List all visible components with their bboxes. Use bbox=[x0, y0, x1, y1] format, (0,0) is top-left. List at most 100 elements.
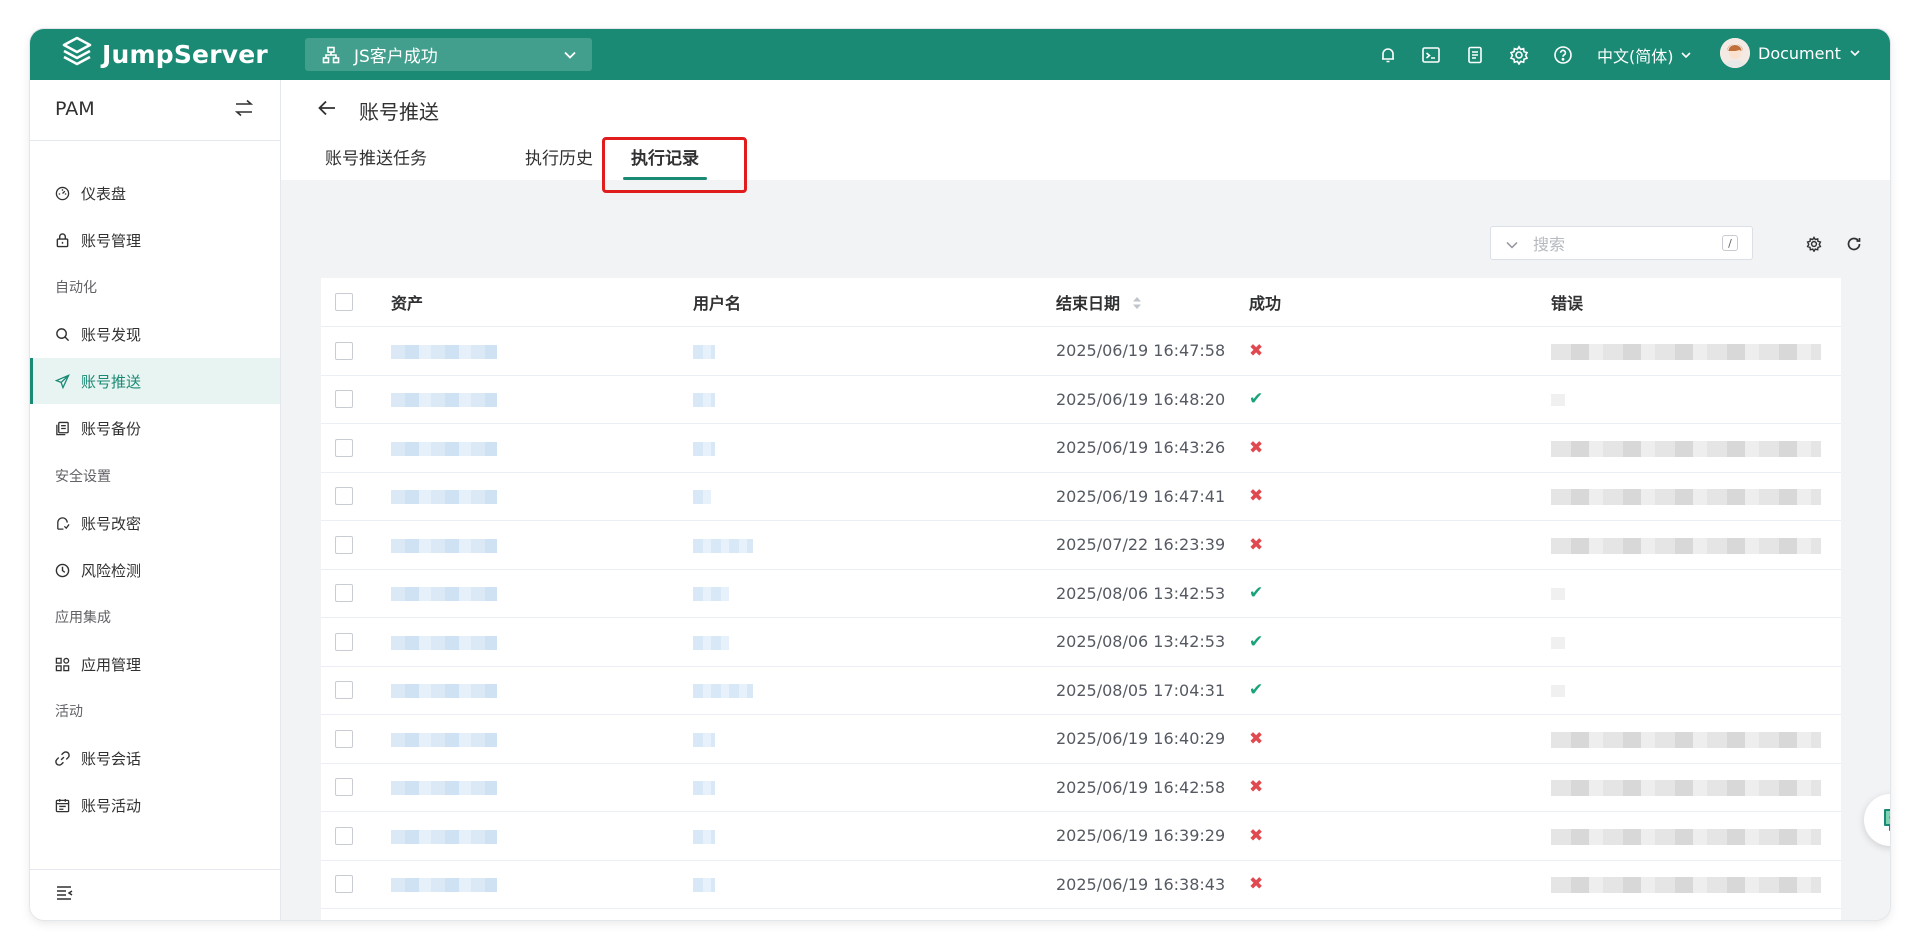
table-row[interactable]: 2025/06/19 16:40:29 ✖ bbox=[321, 714, 1841, 764]
gear-icon[interactable] bbox=[1508, 44, 1530, 66]
refresh-icon[interactable] bbox=[1846, 236, 1862, 256]
asset-value-redacted[interactable] bbox=[391, 393, 497, 408]
table-settings-icon[interactable] bbox=[1806, 236, 1822, 256]
tab-push-tasks[interactable]: 账号推送任务 bbox=[325, 144, 427, 169]
sidebar-item-dashboard[interactable]: 仪表盘 bbox=[30, 170, 280, 216]
row-checkbox[interactable] bbox=[335, 729, 353, 748]
sidebar-item-label: 账号发现 bbox=[81, 325, 142, 344]
top-bar: JumpServer JS客户成功 中文(简体) Document bbox=[30, 29, 1890, 80]
asset-value-redacted[interactable] bbox=[391, 829, 497, 844]
org-selector[interactable]: JS客户成功 bbox=[305, 38, 592, 71]
dashboard-icon bbox=[54, 185, 70, 201]
terminal-icon[interactable] bbox=[1420, 44, 1442, 66]
sidebar-item-activities[interactable]: 账号活动 bbox=[30, 782, 280, 828]
bell-icon[interactable] bbox=[1377, 44, 1399, 66]
collapse-menu-icon[interactable] bbox=[56, 885, 74, 905]
username-value-redacted bbox=[693, 878, 715, 893]
calendar-icon bbox=[54, 797, 70, 813]
asset-value-redacted[interactable] bbox=[391, 441, 497, 456]
sidebar-item-push[interactable]: 账号推送 bbox=[30, 358, 280, 404]
asset-value-redacted[interactable] bbox=[391, 732, 497, 747]
row-checkbox[interactable] bbox=[335, 826, 353, 845]
sidebar-item-label: 账号备份 bbox=[81, 419, 142, 438]
username-value-redacted bbox=[693, 587, 729, 602]
failure-cross-icon: ✖ bbox=[1249, 777, 1264, 798]
row-checkbox[interactable] bbox=[335, 584, 353, 603]
help-icon[interactable] bbox=[1552, 44, 1574, 66]
success-check-icon: ✔ bbox=[1249, 389, 1264, 410]
table-row[interactable]: 2025/06/19 16:48:20 ✔ bbox=[321, 375, 1841, 424]
table-row[interactable]: 2025/06/19 16:43:26 ✖ bbox=[321, 423, 1841, 473]
row-checkbox[interactable] bbox=[335, 632, 353, 651]
error-value-redacted bbox=[1551, 780, 1821, 797]
logo-icon bbox=[60, 35, 94, 73]
end-date-cell: 2025/06/19 16:47:41 bbox=[1056, 472, 1249, 521]
sidebar-group-integration: 应用集成 bbox=[55, 610, 111, 626]
failure-cross-icon: ✖ bbox=[1249, 825, 1264, 846]
language-selector[interactable]: 中文(简体) bbox=[1597, 43, 1692, 67]
sidebar-item-label: 风险检测 bbox=[81, 561, 142, 580]
table-row[interactable]: 2025/08/06 13:42:53 ✔ bbox=[321, 617, 1841, 667]
sidebar-item-sessions[interactable]: 账号会话 bbox=[30, 735, 280, 781]
row-checkbox[interactable] bbox=[335, 487, 353, 506]
copy-icon bbox=[54, 420, 70, 436]
records-table: 资产 用户名 结束日期 成功 错误 2025/06/19 16:47:58 ✖ 20… bbox=[321, 278, 1841, 920]
sidebar-item-label: 账号活动 bbox=[81, 796, 142, 815]
table-row[interactable]: 2025/06/19 16:38:43 ✖ bbox=[321, 860, 1841, 909]
asset-value-redacted[interactable] bbox=[391, 490, 497, 505]
search-shortcut-hint: / bbox=[1722, 235, 1738, 251]
row-checkbox[interactable] bbox=[335, 535, 353, 554]
ticket-icon[interactable] bbox=[1464, 44, 1486, 66]
table-row[interactable]: 2025/06/19 16:42:58 ✖ bbox=[321, 763, 1841, 812]
org-tree-icon bbox=[322, 45, 342, 65]
search-field[interactable]: / bbox=[1490, 226, 1753, 260]
brand-logo[interactable]: JumpServer bbox=[60, 35, 268, 73]
chevron-down-icon[interactable] bbox=[1505, 237, 1519, 256]
asset-value-redacted[interactable] bbox=[391, 635, 497, 650]
tab-execution-history[interactable]: 执行历史 bbox=[525, 144, 593, 169]
asset-value-redacted[interactable] bbox=[391, 344, 497, 359]
end-date-cell: 2025/07/22 16:23:39 bbox=[1056, 520, 1249, 570]
row-checkbox[interactable] bbox=[335, 875, 353, 894]
table-row[interactable]: 2025/07/22 16:23:39 ✖ bbox=[321, 520, 1841, 570]
username-value-redacted bbox=[693, 781, 715, 796]
asset-value-redacted[interactable] bbox=[391, 781, 497, 796]
sidebar-item-change-secret[interactable]: 账号改密 bbox=[30, 500, 280, 546]
asset-value-redacted[interactable] bbox=[391, 878, 497, 893]
table-row[interactable]: 2025/06/19 16:37:49✖ bbox=[321, 908, 1841, 920]
sort-icon[interactable] bbox=[1132, 295, 1142, 314]
error-value-redacted bbox=[1551, 440, 1821, 457]
sidebar-item-accounts[interactable]: 账号管理 bbox=[30, 217, 280, 263]
column-header-end-date[interactable]: 结束日期 bbox=[1056, 278, 1249, 327]
table-row[interactable]: 2025/08/06 13:42:53 ✔ bbox=[321, 569, 1841, 618]
row-checkbox[interactable] bbox=[335, 341, 353, 360]
asset-value-redacted[interactable] bbox=[391, 587, 497, 602]
select-all-checkbox[interactable] bbox=[335, 293, 353, 311]
sidebar-group-security: 安全设置 bbox=[55, 469, 111, 485]
table-row[interactable]: 2025/08/05 17:04:31 ✔ bbox=[321, 666, 1841, 715]
sidebar-item-backup[interactable]: 账号备份 bbox=[30, 405, 280, 451]
table-row[interactable]: 2025/06/19 16:47:41 ✖ bbox=[321, 472, 1841, 521]
column-header-success: 成功 bbox=[1249, 278, 1551, 327]
end-date-cell: 2025/06/19 16:48:20 bbox=[1056, 375, 1249, 424]
switch-view-icon[interactable] bbox=[234, 99, 254, 121]
page-title: 账号推送 bbox=[359, 100, 439, 124]
error-value-redacted bbox=[1551, 537, 1821, 554]
sidebar-item-discovery[interactable]: 账号发现 bbox=[30, 311, 280, 357]
table-row[interactable]: 2025/06/19 16:39:29 ✖ bbox=[321, 811, 1841, 861]
search-input[interactable] bbox=[1531, 233, 1705, 255]
row-checkbox[interactable] bbox=[335, 438, 353, 457]
row-checkbox[interactable] bbox=[335, 778, 353, 797]
user-menu[interactable]: Document bbox=[1720, 38, 1861, 68]
success-check-icon: ✔ bbox=[1249, 631, 1264, 652]
sidebar-item-risk[interactable]: 风险检测 bbox=[30, 547, 280, 593]
row-checkbox[interactable] bbox=[335, 390, 353, 409]
column-header-label: 结束日期 bbox=[1056, 294, 1121, 313]
back-arrow-icon[interactable] bbox=[317, 99, 337, 121]
sidebar-item-apps[interactable]: 应用管理 bbox=[30, 641, 280, 687]
asset-value-redacted[interactable] bbox=[391, 538, 497, 553]
row-checkbox[interactable] bbox=[335, 681, 353, 700]
table-row[interactable]: 2025/06/19 16:47:58 ✖ bbox=[321, 326, 1841, 376]
link-icon bbox=[54, 750, 70, 766]
asset-value-redacted[interactable] bbox=[391, 684, 497, 699]
